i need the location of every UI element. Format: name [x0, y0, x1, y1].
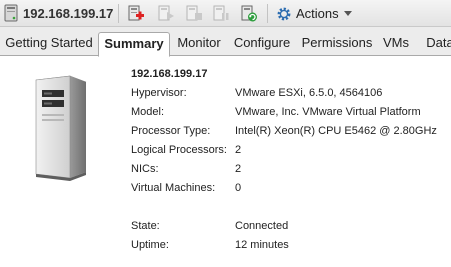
virtual-machines-value: 0 — [235, 182, 242, 194]
power-on-icon[interactable] — [155, 3, 175, 23]
model-value: VMware, Inc. VMware Virtual Platform — [235, 106, 421, 118]
tab-bar: Getting Started Summary Monitor Configur… — [0, 27, 451, 57]
tab-summary[interactable]: Summary — [98, 32, 170, 57]
hypervisor-value: VMware ESXi, 6.5.0, 4564106 — [235, 87, 383, 99]
object-title-bar: 192.168.199.17 Actions — [0, 0, 451, 27]
suspend-icon[interactable] — [210, 3, 230, 23]
logical-processors-value: 2 — [235, 144, 242, 156]
nics-value: 2 — [235, 163, 242, 175]
logical-processors-label: Logical Processors: — [131, 144, 227, 156]
host-icon — [4, 4, 18, 22]
state-value: Connected — [235, 220, 289, 232]
tab-monitor[interactable]: Monitor — [174, 32, 224, 56]
model-label: Model: — [131, 106, 165, 118]
host-name-heading: 192.168.199.17 — [131, 68, 208, 80]
server-icon — [35, 75, 87, 181]
add-vm-icon[interactable] — [125, 3, 145, 23]
actions-menu-button[interactable]: Actions — [276, 4, 352, 23]
virtual-machines-label: Virtual Machines: — [131, 182, 216, 194]
uptime-label: Uptime: — [131, 239, 169, 251]
power-off-icon[interactable] — [183, 3, 203, 23]
host-title: 192.168.199.17 — [23, 6, 114, 21]
tab-configure[interactable]: Configure — [230, 32, 294, 56]
actions-label: Actions — [296, 6, 339, 21]
tab-vms[interactable]: VMs — [380, 32, 412, 56]
processor-type-label: Processor Type: — [131, 125, 211, 137]
actions-gear-icon — [277, 7, 291, 20]
nics-label: NICs: — [131, 163, 159, 175]
chevron-down-icon — [343, 11, 352, 16]
uptime-value: 12 minutes — [235, 239, 289, 251]
tab-getting-started[interactable]: Getting Started — [4, 32, 94, 56]
processor-type-value: Intel(R) Xeon(R) CPU E5462 @ 2.80GHz — [235, 125, 437, 137]
state-label: State: — [131, 220, 160, 232]
hypervisor-label: Hypervisor: — [131, 87, 187, 99]
tab-datastores[interactable]: Data — [420, 32, 451, 56]
migrate-icon[interactable] — [238, 3, 258, 23]
toolbar-divider — [267, 4, 268, 23]
tab-permissions[interactable]: Permissions — [300, 32, 374, 56]
toolbar-divider — [118, 4, 119, 23]
